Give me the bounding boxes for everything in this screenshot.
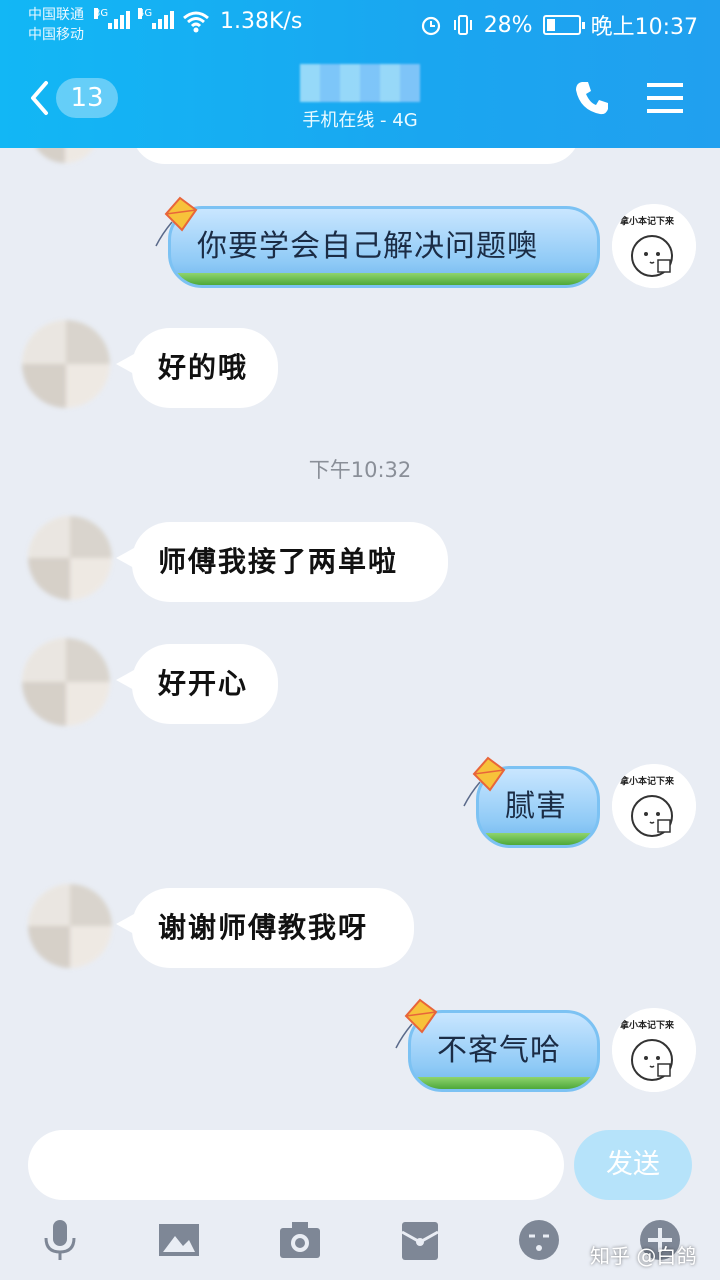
grass-decoration [411,1077,597,1089]
message-text: 好的哦 [158,351,249,384]
my-avatar[interactable]: 拿小本记下来 [612,1008,696,1092]
chat-header: 中国联通 中国移动 3G 4G 1.38K/s 28% 晚上10:37 13 手… [0,0,720,148]
carrier-1: 中国联通 [28,7,84,23]
contact-name-redacted [300,64,420,102]
nav-row: 13 手机在线 - 4G [0,60,720,140]
carrier-info: 中国联通 中国移动 [28,5,84,45]
signal-icon: 3G [94,8,132,29]
message-list[interactable]: 你要学会自己解决问题噢 拿小本记下来 好的哦 下午10:32 师傅我接了两单啦 … [0,148,720,1118]
chevron-left-icon [31,81,48,115]
message-text: 你要学会自己解决问题噢 [197,229,538,264]
network-type-2: 4G [138,8,153,19]
message-text: 谢谢师傅教我呀 [158,911,369,944]
contact-info[interactable]: 手机在线 - 4G [270,60,450,140]
message-bubble-in[interactable]: 师傅我接了两单啦 [116,522,448,602]
battery-level [546,19,555,31]
message-text: 腻害 [505,789,567,824]
phone-icon[interactable] [572,78,612,118]
send-button[interactable]: 发送 [574,1130,692,1200]
time-separator: 下午10:32 [308,458,412,482]
sticker-caption: 拿小本记下来 [620,777,675,787]
contact-avatar[interactable] [30,148,100,163]
my-avatar[interactable]: 拿小本记下来 [612,204,696,288]
kite-icon [155,196,198,247]
message-bubble-out[interactable]: 你要学会自己解决问题噢 [168,206,600,288]
my-avatar[interactable]: 拿小本记下来 [612,764,696,848]
alarm-icon [421,16,440,36]
microphone-icon[interactable] [38,1218,82,1262]
signal-icon: 4G [138,8,176,29]
contact-avatar[interactable] [22,320,110,408]
network-type-1: 3G [94,8,109,19]
contact-avatar[interactable] [28,884,112,968]
menu-icon[interactable] [645,80,685,116]
status-right: 28% 晚上10:37 [420,9,698,41]
grass-decoration [479,833,597,845]
input-bar: 发送 知乎 @白鸽 [0,1118,720,1280]
kite-icon [395,998,438,1049]
contact-avatar[interactable] [28,516,112,600]
message-bubble-in[interactable]: 好开心 [116,644,278,724]
contact-avatar[interactable] [22,638,110,726]
carrier-2: 中国移动 [28,27,84,43]
battery-icon [542,15,585,35]
message-text: 好开心 [158,667,249,700]
sticker-caption: 拿小本记下来 [620,217,675,227]
emoji-icon[interactable] [517,1218,561,1262]
message-bubble-partial [132,148,580,164]
sticker-caption: 拿小本记下来 [620,1021,675,1031]
grass-decoration [171,273,597,285]
message-text: 不客气哈 [437,1033,561,1068]
wifi-icon [183,11,209,33]
message-bubble-in[interactable]: 好的哦 [116,328,278,408]
camera-icon[interactable] [278,1218,322,1262]
vibrate-icon [453,15,472,35]
message-text: 师傅我接了两单啦 [158,545,399,578]
red-packet-icon[interactable] [398,1218,442,1262]
image-icon[interactable] [157,1218,201,1262]
kite-icon [463,756,506,807]
message-bubble-in[interactable]: 谢谢师傅教我呀 [116,888,414,968]
status-bar: 中国联通 中国移动 3G 4G 1.38K/s 28% 晚上10:37 [0,0,720,48]
clock-time: 晚上10:37 [590,15,698,40]
back-button[interactable]: 13 [28,78,118,118]
network-speed: 1.38K/s [220,9,303,34]
unread-badge: 13 [56,78,118,118]
message-input[interactable] [28,1130,564,1200]
watermark: 知乎 @白鸽 [590,1244,697,1268]
battery-percent: 28% [483,12,533,38]
contact-status: 手机在线 - 4G [302,110,418,131]
